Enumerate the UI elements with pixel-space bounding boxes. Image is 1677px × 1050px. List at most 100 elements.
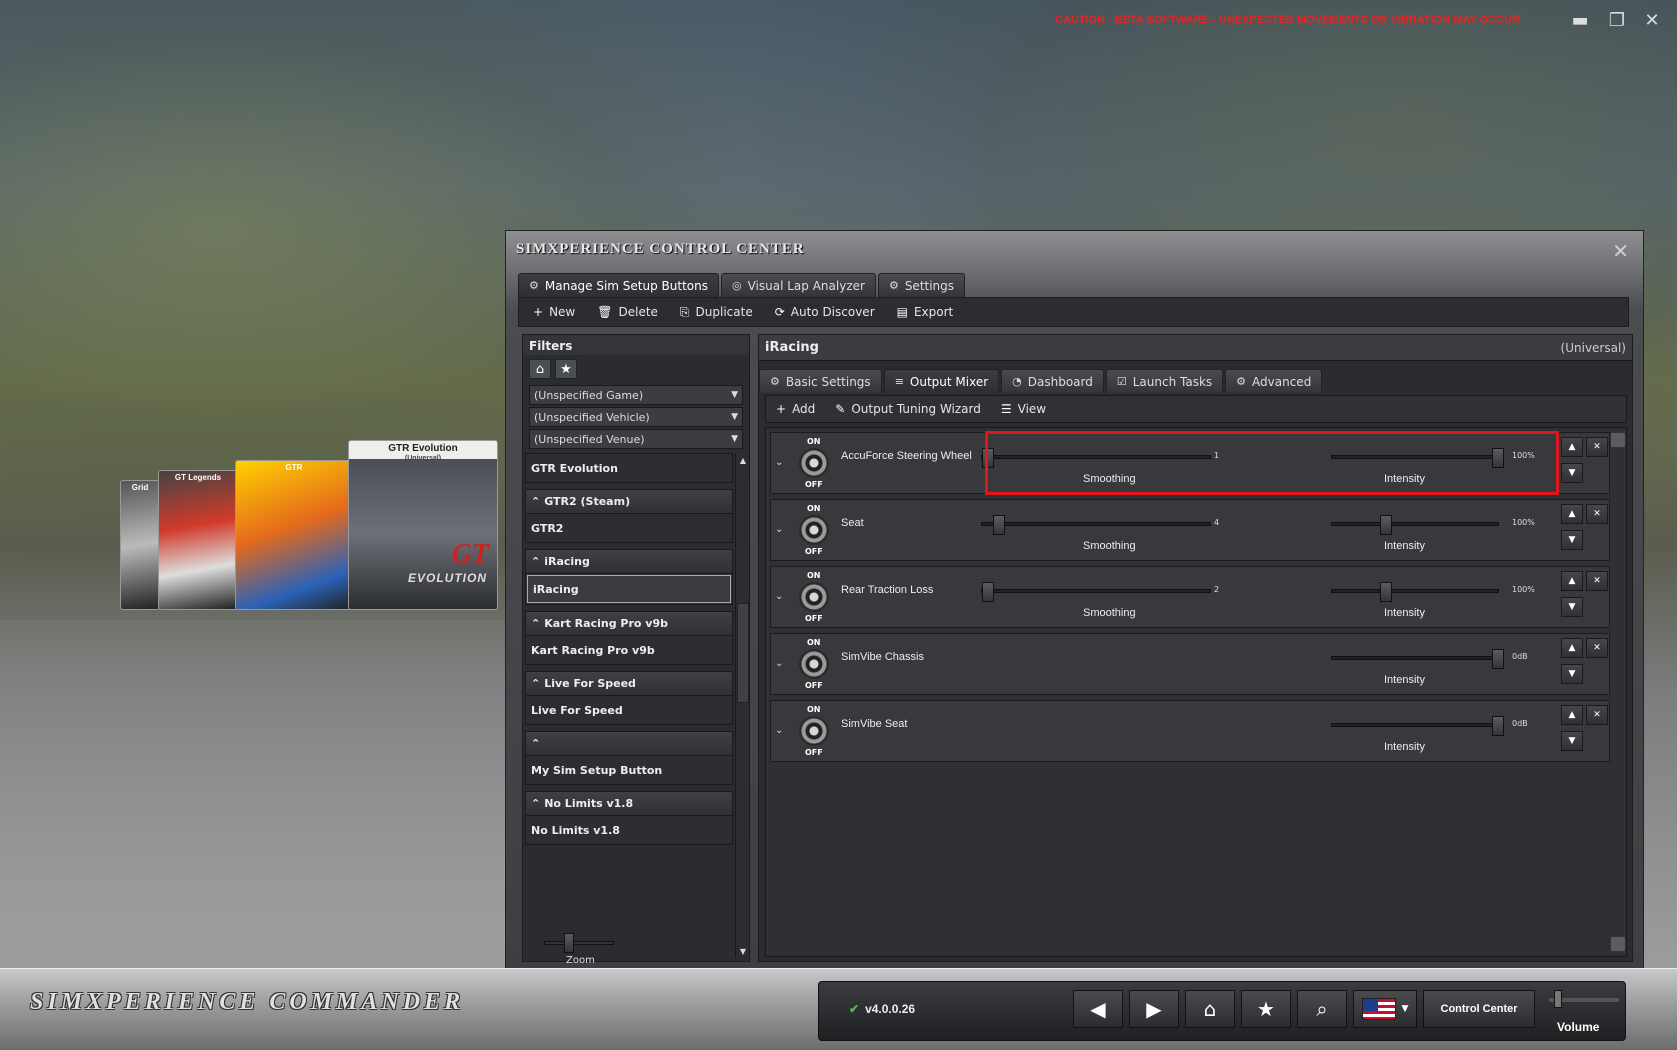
remove-button[interactable]: ✕ bbox=[1586, 571, 1608, 591]
favorites-button[interactable]: ★ bbox=[1241, 990, 1291, 1028]
expand-chevron-icon[interactable]: ⌄ bbox=[775, 591, 783, 602]
group-header[interactable]: ⌃ iRacing bbox=[526, 550, 732, 574]
remove-button[interactable]: ✕ bbox=[1586, 705, 1608, 725]
game-cover-gtr-evolution[interactable]: GTR Evolution (Universal) GT EVOLUTION bbox=[348, 440, 498, 610]
list-item[interactable]: Kart Racing Pro v9b bbox=[526, 636, 732, 664]
list-item[interactable]: My Sim Setup Button bbox=[526, 756, 732, 784]
group-header[interactable]: ⌃ bbox=[526, 732, 732, 756]
output-tuning-wizard-button[interactable]: ✎ Output Tuning Wizard bbox=[835, 402, 981, 416]
move-down-button[interactable]: ▼ bbox=[1561, 731, 1583, 751]
zoom-thumb[interactable] bbox=[564, 933, 574, 953]
chevron-up-icon: ▲ bbox=[1568, 576, 1576, 586]
tab-advanced[interactable]: ⚙ Advanced bbox=[1225, 369, 1323, 393]
forward-button[interactable]: ▶ bbox=[1129, 990, 1179, 1028]
add-button[interactable]: + Add bbox=[776, 402, 815, 416]
list-item[interactable]: No Limits v1.8 bbox=[526, 816, 732, 844]
move-up-button[interactable]: ▲ bbox=[1561, 705, 1583, 725]
tab-launch-tasks[interactable]: ☑ Launch Tasks bbox=[1105, 369, 1224, 393]
group-header[interactable]: ⌃ No Limits v1.8 bbox=[526, 792, 732, 816]
vehicle-select[interactable]: (Unspecified Vehicle) ▼ bbox=[529, 407, 743, 427]
power-knob[interactable] bbox=[799, 649, 829, 679]
remove-button[interactable]: ✕ bbox=[1586, 437, 1608, 457]
game-cover-grid[interactable]: Grid bbox=[120, 480, 160, 610]
volume-label: Volume bbox=[1557, 1020, 1600, 1034]
intensity-thumb[interactable] bbox=[1492, 716, 1504, 736]
scroll-up-icon[interactable] bbox=[1610, 432, 1626, 448]
game-cover-gtr[interactable]: GTR bbox=[235, 460, 353, 610]
scroll-down-icon[interactable]: ▼ bbox=[736, 944, 750, 958]
scroll-down-icon[interactable] bbox=[1610, 936, 1626, 952]
minimize-icon[interactable]: ▬ bbox=[1568, 10, 1592, 31]
mixer-scrollbar[interactable] bbox=[1610, 432, 1626, 952]
list-item[interactable]: GTR Evolution bbox=[526, 454, 732, 482]
group-header[interactable]: ⌃ GTR2 (Steam) bbox=[526, 490, 732, 514]
view-button[interactable]: ☰ View bbox=[1001, 402, 1046, 416]
maximize-icon[interactable]: ❐ bbox=[1605, 10, 1629, 31]
list-item[interactable]: Live For Speed bbox=[526, 696, 732, 724]
remove-button[interactable]: ✕ bbox=[1586, 504, 1608, 524]
auto-discover-button[interactable]: ⟳ Auto Discover bbox=[775, 305, 875, 319]
remove-button[interactable]: ✕ bbox=[1586, 638, 1608, 658]
venue-select[interactable]: (Unspecified Venue) ▼ bbox=[529, 429, 743, 449]
tab-output-mixer[interactable]: ≡ Output Mixer bbox=[883, 369, 1000, 393]
smoothing-thumb[interactable] bbox=[993, 515, 1005, 535]
scroll-up-icon[interactable]: ▲ bbox=[736, 453, 750, 467]
list-item[interactable]: GTR2 bbox=[526, 514, 732, 542]
group-header[interactable]: ⌃ Live For Speed bbox=[526, 672, 732, 696]
export-button[interactable]: ▤ Export bbox=[897, 305, 954, 319]
control-center-button[interactable]: Control Center bbox=[1423, 990, 1535, 1028]
move-up-button[interactable]: ▲ bbox=[1561, 638, 1583, 658]
favorite-filter-icon[interactable]: ★ bbox=[555, 359, 577, 379]
group-header[interactable]: ⌃ Kart Racing Pro v9b bbox=[526, 612, 732, 636]
move-up-button[interactable]: ▲ bbox=[1561, 437, 1583, 457]
duplicate-button[interactable]: ⎘ Duplicate bbox=[680, 305, 753, 320]
power-knob[interactable] bbox=[799, 448, 829, 478]
power-knob[interactable] bbox=[799, 515, 829, 545]
language-select[interactable]: ▼ bbox=[1353, 990, 1417, 1028]
move-down-button[interactable]: ▼ bbox=[1561, 530, 1583, 550]
scroll-thumb[interactable] bbox=[737, 603, 749, 703]
chevron-up-icon: ▲ bbox=[1568, 442, 1576, 452]
delete-button[interactable]: 🗑 Delete bbox=[597, 305, 658, 319]
list-scrollbar[interactable]: ▲ ▼ bbox=[735, 453, 749, 958]
intensity-slider[interactable]: 100% bbox=[1331, 582, 1535, 602]
power-knob[interactable] bbox=[799, 582, 829, 612]
smoothing-thumb[interactable] bbox=[982, 582, 994, 602]
volume-thumb[interactable] bbox=[1554, 990, 1562, 1008]
intensity-thumb[interactable] bbox=[1492, 649, 1504, 669]
close-icon[interactable]: ✕ bbox=[1640, 10, 1664, 31]
tab-manage-sim-setup-buttons[interactable]: ⚙ Manage Sim Setup Buttons bbox=[518, 273, 719, 297]
panel-close-icon[interactable]: ✕ bbox=[1612, 239, 1629, 263]
tab-dashboard[interactable]: ◔ Dashboard bbox=[1001, 369, 1104, 393]
new-button[interactable]: + New bbox=[533, 305, 575, 319]
move-up-button[interactable]: ▲ bbox=[1561, 571, 1583, 591]
intensity-thumb[interactable] bbox=[1380, 515, 1392, 535]
home-button[interactable]: ⌂ bbox=[1185, 990, 1235, 1028]
tab-settings[interactable]: ⚙ Settings bbox=[877, 273, 966, 297]
list-item-selected[interactable]: iRacing bbox=[527, 575, 731, 603]
game-cover-gt-legends[interactable]: GT Legends bbox=[158, 470, 238, 610]
intensity-slider[interactable]: 0dB bbox=[1331, 649, 1528, 669]
expand-chevron-icon[interactable]: ⌄ bbox=[775, 524, 783, 535]
game-cover-carousel[interactable]: Grid GT Legends GTR GTR Evolution (Unive… bbox=[120, 440, 505, 680]
game-select[interactable]: (Unspecified Game) ▼ bbox=[529, 385, 743, 405]
expand-chevron-icon[interactable]: ⌄ bbox=[775, 725, 783, 736]
back-button[interactable]: ◀ bbox=[1073, 990, 1123, 1028]
move-down-button[interactable]: ▼ bbox=[1561, 463, 1583, 483]
intensity-thumb[interactable] bbox=[1380, 582, 1392, 602]
smoothing-slider[interactable]: 4 bbox=[981, 515, 1219, 535]
expand-chevron-icon[interactable]: ⌄ bbox=[775, 658, 783, 669]
power-knob[interactable] bbox=[799, 716, 829, 746]
smoothing-slider[interactable]: 2 bbox=[981, 582, 1219, 602]
move-up-button[interactable]: ▲ bbox=[1561, 504, 1583, 524]
expand-chevron-icon[interactable]: ⌄ bbox=[775, 457, 783, 468]
volume-slider[interactable]: Volume bbox=[1549, 986, 1619, 1036]
home-filter-icon[interactable]: ⌂ bbox=[529, 359, 551, 379]
search-button[interactable]: ⌕ bbox=[1297, 990, 1347, 1028]
tab-visual-lap-analyzer[interactable]: ◎ Visual Lap Analyzer bbox=[721, 273, 876, 297]
intensity-slider[interactable]: 100% bbox=[1331, 515, 1535, 535]
intensity-slider[interactable]: 0dB bbox=[1331, 716, 1528, 736]
move-down-button[interactable]: ▼ bbox=[1561, 664, 1583, 684]
move-down-button[interactable]: ▼ bbox=[1561, 597, 1583, 617]
tab-basic-settings[interactable]: ⚙ Basic Settings bbox=[759, 369, 882, 393]
